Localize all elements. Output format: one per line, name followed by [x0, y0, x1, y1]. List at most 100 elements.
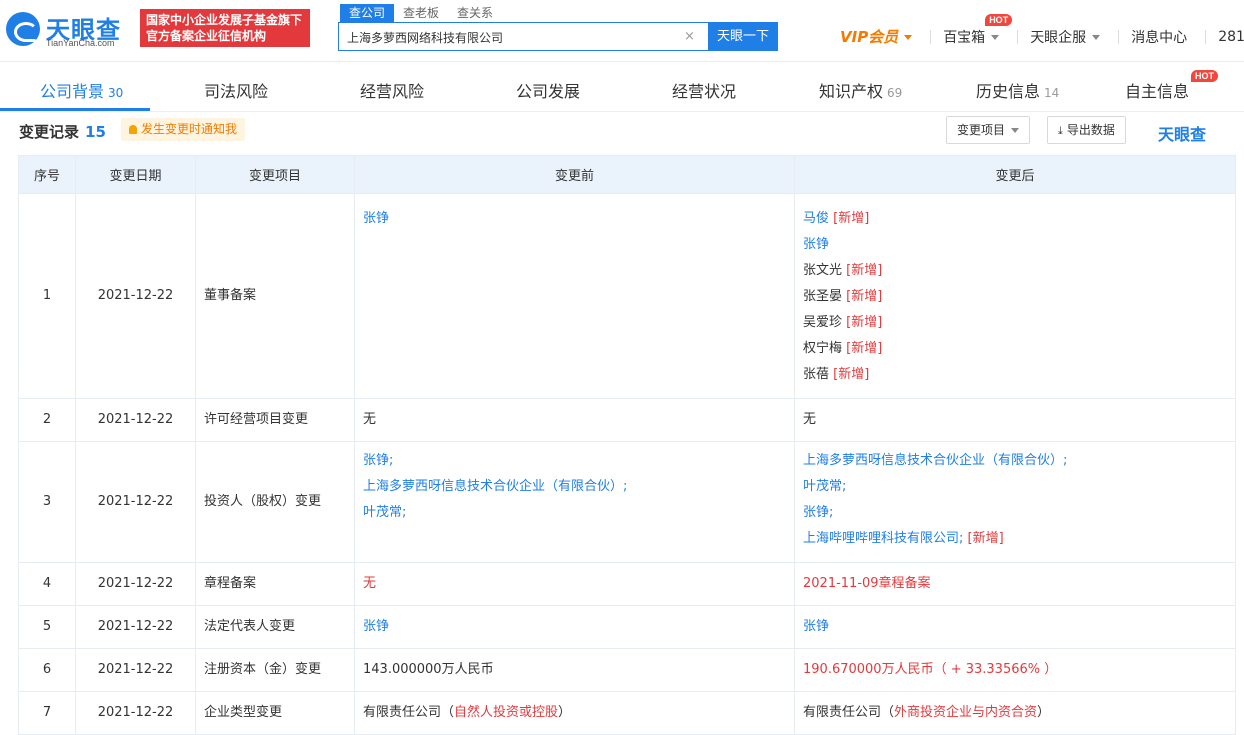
row-before: 无 [354, 562, 795, 606]
row-after: 马俊 [新增] 张铮 张文光 [新增] 张圣晏 [新增] 吴爱珍 [新增] 权宁… [794, 193, 1236, 399]
table-row: 3 2021-12-22 投资人（股权）变更 张铮; 上海多萝西呀信息技术合伙企… [18, 441, 1236, 563]
investor-link[interactable]: 上海多萝西呀信息技术合伙企业（有限合伙）; [803, 448, 1227, 474]
chevron-down-icon [1011, 128, 1020, 133]
row-date: 2021-12-22 [75, 562, 196, 606]
logo-subtext: TianYanCha.com [46, 38, 115, 48]
col-header-no: 序号 [18, 155, 76, 194]
person-name: 张文光 [803, 263, 843, 278]
investor-link[interactable]: 张铮; [803, 500, 1227, 526]
chevron-down-icon [991, 35, 1000, 40]
investor-link[interactable]: 张铮; [363, 448, 786, 474]
tab-label: 公司背景 [40, 82, 105, 101]
tab-self-info[interactable]: 自主信息 HOT [1125, 70, 1218, 102]
row-before: 143.000000万人民币 [354, 648, 795, 692]
row-no: 4 [18, 562, 76, 606]
row-after: 无 [794, 398, 1236, 442]
row-item: 投资人（股权）变更 [195, 441, 355, 563]
table-header-row: 序号 变更日期 变更项目 变更前 变更后 [18, 155, 1236, 194]
section-count: 15 [85, 123, 106, 141]
person-name: 张圣晏 [803, 289, 843, 304]
tab-business-risk[interactable]: 经营风险 [360, 78, 424, 102]
enterprise-menu[interactable]: 天眼企服 [1030, 27, 1101, 47]
download-icon: ⤓ [1058, 124, 1063, 137]
tab-count: 30 [108, 86, 124, 100]
divider [1017, 29, 1019, 44]
table-row: 6 2021-12-22 注册资本（金）变更 143.000000万人民币 19… [18, 648, 1236, 692]
gov-badge: 国家中小企业发展子基金旗下 官方备案企业征信机构 [140, 9, 310, 47]
row-item: 注册资本（金）变更 [195, 648, 355, 692]
change-item-filter[interactable]: 变更项目 [946, 116, 1031, 144]
gov-badge-line1: 国家中小企业发展子基金旗下 [146, 13, 303, 27]
user-menu[interactable]: 2813... [1218, 29, 1244, 45]
top-nav: VIP会员 百宝箱 HOT 天眼企服 消息中心 2813... [840, 13, 1244, 47]
row-after[interactable]: 张铮 [794, 605, 1236, 649]
row-no: 2 [18, 398, 76, 442]
section-title-text: 变更记录 [19, 123, 80, 141]
baobao-label: 百宝箱 [943, 29, 986, 46]
chevron-down-icon [904, 35, 913, 40]
new-tag: [新增] [846, 263, 883, 278]
row-date: 2021-12-22 [75, 648, 196, 692]
section-title: 变更记录 15 [19, 121, 106, 142]
row-no: 5 [18, 605, 76, 649]
table-row: 4 2021-12-22 章程备案 无 2021-11-09章程备案 [18, 562, 1236, 606]
row-item: 许可经营项目变更 [195, 398, 355, 442]
tab-count: 69 [887, 86, 903, 100]
company-type: 有限责任公司 [363, 705, 442, 720]
col-header-before: 变更前 [354, 155, 795, 194]
tianyancha-logo[interactable]: 天眼查 TianYanCha.com [6, 10, 130, 50]
message-center-link[interactable]: 消息中心 [1131, 27, 1187, 47]
export-button[interactable]: ⤓ 导出数据 [1047, 116, 1126, 144]
tab-count: 14 [1044, 86, 1060, 100]
row-item: 企业类型变更 [195, 691, 355, 735]
investor-link[interactable]: 上海哔哩哔哩科技有限公司; [803, 531, 963, 546]
search-tab-company[interactable]: 查公司 [340, 4, 395, 22]
search-tab-relation[interactable]: 查关系 [448, 4, 502, 22]
hot-badge: HOT [985, 13, 1013, 26]
row-date: 2021-12-22 [75, 193, 196, 399]
tab-company-background[interactable]: 公司背景 30 [40, 78, 123, 102]
row-item: 章程备案 [195, 562, 355, 606]
baobao-menu[interactable]: 百宝箱 HOT [943, 13, 1013, 47]
row-no: 1 [18, 193, 76, 399]
row-before: 无 [354, 398, 795, 442]
export-label: 导出数据 [1066, 123, 1115, 137]
divider [1118, 29, 1120, 44]
person-link[interactable]: 张铮 [363, 206, 786, 232]
tab-intellectual-property[interactable]: 知识产权 69 [819, 78, 902, 102]
row-before: 张铮; 上海多萝西呀信息技术合伙企业（有限合伙）; 叶茂常; [354, 441, 795, 563]
notify-button[interactable]: 发生变更时通知我 [121, 118, 246, 141]
person-name: 张蓓 [803, 367, 830, 382]
bell-icon [129, 125, 137, 134]
investor-link[interactable]: 叶茂常; [803, 474, 1227, 500]
active-tab-indicator [0, 108, 150, 111]
search-input[interactable]: 上海多萝西网络科技有限公司 [338, 22, 708, 51]
investor-link[interactable]: 叶茂常; [363, 500, 786, 526]
row-before: 有限责任公司（自然人投资或控股） [354, 691, 795, 735]
col-header-date: 变更日期 [75, 155, 196, 194]
new-tag: [新增] [833, 367, 870, 382]
clear-icon[interactable]: × [684, 29, 695, 44]
row-before[interactable]: 张铮 [354, 605, 795, 649]
table-row: 1 2021-12-22 董事备案 张铮 马俊 [新增] 张铮 张文光 [新增]… [18, 193, 1236, 399]
search-tab-boss[interactable]: 查老板 [394, 4, 448, 22]
tab-company-development[interactable]: 公司发展 [516, 78, 580, 102]
row-item: 董事备案 [195, 193, 355, 399]
vip-menu[interactable]: VIP会员 [840, 26, 913, 47]
company-type-detail: 外商投资企业与内资合资 [894, 705, 1038, 720]
table-row: 5 2021-12-22 法定代表人变更 张铮 张铮 [18, 605, 1236, 649]
tab-label: 经营风险 [360, 82, 425, 101]
tab-judicial-risk[interactable]: 司法风险 [204, 78, 268, 102]
col-header-after: 变更后 [794, 155, 1236, 194]
tab-history[interactable]: 历史信息 14 [976, 78, 1059, 102]
tab-operating-status[interactable]: 经营状况 [672, 78, 736, 102]
person-link[interactable]: 张铮 [803, 237, 829, 252]
person-link[interactable]: 马俊 [803, 211, 829, 226]
search-button[interactable]: 天眼一下 [708, 22, 778, 51]
table-row: 7 2021-12-22 企业类型变更 有限责任公司（自然人投资或控股） 有限责… [18, 691, 1236, 735]
new-tag: [新增] [833, 211, 870, 226]
filter-label: 变更项目 [957, 123, 1006, 137]
search-tabs: 查公司 查老板 查关系 [340, 4, 502, 22]
investor-link[interactable]: 上海多萝西呀信息技术合伙企业（有限合伙）; [363, 474, 786, 500]
new-tag: [新增] [846, 289, 883, 304]
